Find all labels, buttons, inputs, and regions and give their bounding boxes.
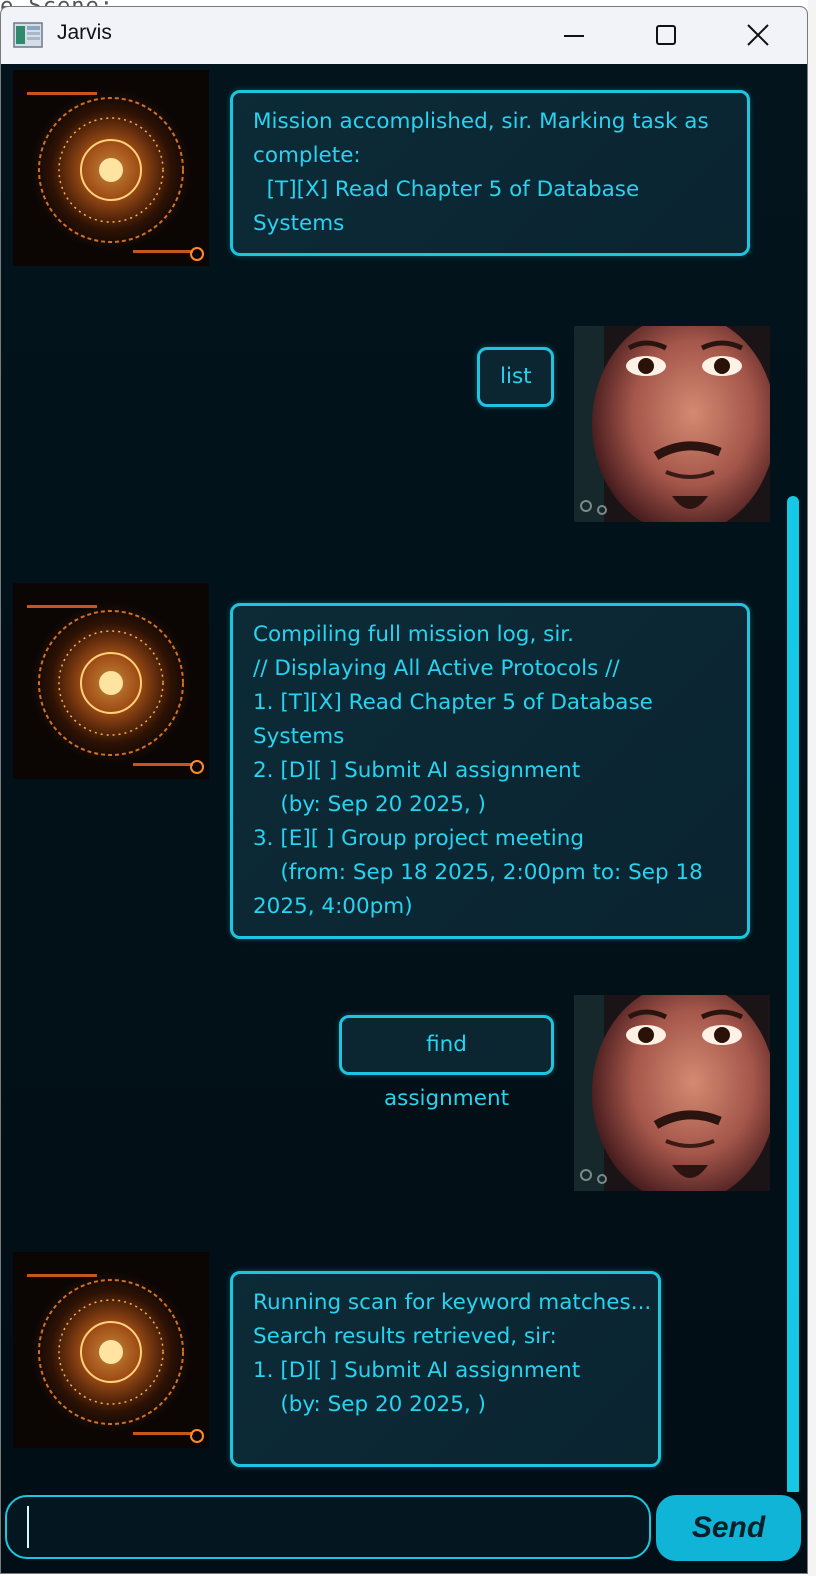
tony-stark-portrait-icon <box>574 326 770 522</box>
minimize-icon <box>564 35 584 37</box>
bot-message-bubble: Compiling full mission log, sir. // Disp… <box>230 603 750 939</box>
window-title: Jarvis <box>57 21 112 44</box>
message-line: Systems <box>253 211 345 236</box>
message-line: 1. [D][ ] Submit AI assignment <box>253 1358 581 1383</box>
message-line: Compiling full mission log, sir. <box>253 622 574 647</box>
message-line: (by: Sep 20 2025, ) <box>253 1392 486 1417</box>
user-message-bubble: list <box>477 347 554 407</box>
bot-message-bubble: Mission accomplished, sir. Marking task … <box>230 90 750 256</box>
app-window: Jarvis Mission accomplished, sir. Markin… <box>0 6 808 1574</box>
bot-message-bubble: Running scan for keyword matches... Sear… <box>230 1271 661 1467</box>
arc-reactor-hologram-icon <box>13 70 209 266</box>
user-avatar <box>574 995 770 1191</box>
message-line: Running scan for keyword matches... <box>253 1290 652 1315</box>
message-input[interactable] <box>5 1495 651 1559</box>
message-line: Systems <box>253 724 345 749</box>
maximize-icon <box>656 25 676 45</box>
bot-avatar <box>13 583 209 779</box>
arc-reactor-hologram-icon <box>13 1252 209 1448</box>
message-line: (from: Sep 18 2025, 2:00pm to: Sep 18 <box>253 860 703 885</box>
message-line: [T][X] Read Chapter 5 of Database <box>253 177 640 202</box>
title-bar[interactable]: Jarvis <box>1 7 807 65</box>
text-caret <box>27 1506 29 1548</box>
input-row: Send <box>1 1492 807 1573</box>
message-line: 2. [D][ ] Submit AI assignment <box>253 758 581 783</box>
message-line: Mission accomplished, sir. Marking task … <box>253 109 709 134</box>
arc-reactor-hologram-icon <box>13 583 209 779</box>
close-button[interactable] <box>712 7 804 64</box>
user-message-bubble: find assignment <box>339 1015 554 1111</box>
message-line: 3. [E][ ] Group project meeting <box>253 826 584 851</box>
minimize-button[interactable] <box>528 7 620 64</box>
chat-scrollbar[interactable] <box>787 496 799 1492</box>
bot-avatar <box>13 1252 209 1448</box>
app-icon <box>13 22 43 48</box>
message-line: Search results retrieved, sir: <box>253 1324 557 1349</box>
send-button[interactable]: Send <box>656 1495 801 1561</box>
message-line: 1. [T][X] Read Chapter 5 of Database <box>253 690 653 715</box>
message-line: complete: <box>253 143 361 168</box>
chat-scroll-pane[interactable]: Mission accomplished, sir. Marking task … <box>1 64 807 1492</box>
close-icon <box>747 24 769 46</box>
message-line: (by: Sep 20 2025, ) <box>253 792 486 817</box>
desktop-background <box>808 0 816 1576</box>
message-line: // Displaying All Active Protocols // <box>253 656 620 681</box>
tony-stark-portrait-icon <box>574 995 770 1191</box>
message-line: 2025, 4:00pm) <box>253 894 413 919</box>
bot-avatar <box>13 70 209 266</box>
maximize-button[interactable] <box>620 7 712 64</box>
user-avatar <box>574 326 770 522</box>
